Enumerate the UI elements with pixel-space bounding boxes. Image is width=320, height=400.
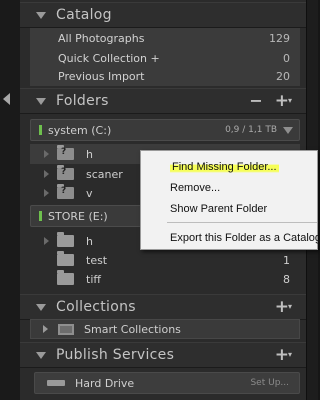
add-publish-service-button[interactable]: + (275, 347, 292, 364)
collections-header[interactable]: Collections + (20, 294, 306, 320)
folder-icon (57, 251, 74, 266)
volume-size: 0,9 / 1,1 TB (225, 125, 277, 135)
expand-arrow-icon (44, 275, 49, 283)
add-folder-button[interactable]: + (275, 93, 292, 110)
collapse-left-panel-icon[interactable] (3, 93, 10, 105)
catalog-item-quick-collection[interactable]: Quick Collection + 0 (30, 48, 300, 68)
menu-item-remove[interactable]: Remove... (141, 178, 319, 198)
expand-triangle-icon (36, 11, 46, 19)
volume-online-indicator (39, 211, 42, 221)
folder-icon (57, 232, 74, 247)
menu-item-label: Show Parent Folder (170, 203, 268, 215)
remove-folder-button[interactable]: − (249, 93, 262, 109)
publish-services-header[interactable]: Publish Services + (20, 342, 306, 368)
expand-triangle-icon (36, 97, 46, 105)
expand-arrow-icon (44, 256, 49, 264)
expand-arrow-icon[interactable] (43, 325, 48, 333)
folder-name: test (86, 253, 108, 267)
catalog-item-previous-import[interactable]: Previous Import 20 (30, 66, 300, 86)
catalog-header[interactable]: Catalog (20, 2, 306, 28)
menu-item-label: Find Missing Folder... (170, 161, 279, 173)
catalog-item-count: 20 (276, 69, 290, 83)
volume-menu-icon[interactable] (283, 126, 293, 134)
folder-count: 8 (283, 272, 290, 286)
collection-label: Smart Collections (84, 322, 181, 336)
catalog-item-label: Quick Collection + (58, 51, 160, 65)
catalog-item-all-photographs[interactable]: All Photographs 129 (30, 28, 300, 48)
folder-context-menu: Find Missing Folder... Remove... Show Pa… (140, 150, 320, 250)
catalog-item-count: 0 (283, 51, 290, 65)
missing-folder-icon: ? (57, 184, 74, 199)
expand-arrow-icon[interactable] (44, 170, 49, 178)
catalog-title: Catalog (56, 7, 112, 23)
catalog-item-label: Previous Import (58, 69, 145, 83)
publish-service-name: Hard Drive (75, 376, 135, 390)
expand-arrow-icon[interactable] (44, 150, 49, 158)
folders-header[interactable]: Folders − + (20, 88, 306, 114)
publish-services-title: Publish Services (56, 347, 175, 363)
expand-triangle-icon (36, 303, 46, 311)
menu-item-export-folder-as-catalog[interactable]: Export this Folder as a Catalog... (141, 228, 320, 248)
menu-item-show-parent-folder[interactable]: Show Parent Folder (141, 199, 319, 219)
folder-icon (57, 270, 74, 285)
menu-separator (167, 222, 317, 223)
missing-folder-icon: ? (57, 145, 74, 160)
add-collection-button[interactable]: + (275, 299, 292, 316)
collection-smart-collections[interactable]: Smart Collections (30, 319, 300, 339)
hard-drive-icon (47, 380, 65, 386)
menu-item-label: Export this Folder as a Catalog... (170, 232, 320, 244)
collections-title: Collections (56, 299, 136, 315)
volume-online-indicator (39, 125, 42, 135)
menu-item-label: Remove... (170, 182, 221, 194)
left-panel-strip (0, 0, 20, 400)
missing-folder-icon: ? (57, 165, 74, 180)
expand-arrow-icon[interactable] (44, 189, 49, 197)
publish-service-hard-drive[interactable]: Hard Drive Set Up... (34, 372, 300, 394)
folder-name: tiff (86, 272, 101, 286)
folder-row-tiff[interactable]: tiff 8 (30, 269, 300, 289)
expand-arrow-icon[interactable] (44, 237, 49, 245)
folder-count: 1 (283, 253, 290, 267)
catalog-item-label: All Photographs (58, 31, 145, 45)
expand-triangle-icon (36, 351, 46, 359)
volume-system-c[interactable]: system (C:) 0,9 / 1,1 TB (30, 119, 300, 141)
menu-item-find-missing-folder[interactable]: Find Missing Folder... (141, 157, 319, 177)
folders-title: Folders (56, 93, 109, 109)
volume-name: system (C:) (48, 123, 112, 137)
folder-row-test[interactable]: test 1 (30, 250, 300, 270)
catalog-item-count: 129 (269, 31, 290, 45)
smart-collection-set-icon (58, 323, 74, 335)
set-up-link[interactable]: Set Up... (250, 378, 289, 388)
